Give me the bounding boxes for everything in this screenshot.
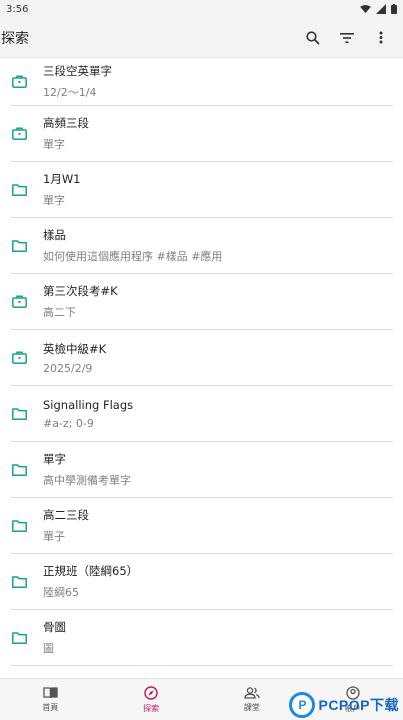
folder-icon (12, 183, 27, 196)
list-item[interactable]: 正規班（陸綱65） 陸綱65 (10, 554, 393, 610)
item-subtitle: 單子 (43, 530, 65, 543)
watermark: P PCPOP下载 (289, 692, 399, 718)
item-subtitle: 圖 (43, 642, 54, 655)
folder-icon (12, 239, 27, 252)
item-title: 1月W1 (43, 172, 81, 186)
search-icon (306, 30, 320, 45)
item-title: 樣品 (43, 228, 66, 242)
watermark-text: PCPOP下载 (318, 697, 399, 713)
watermark-logo-icon: P (289, 692, 316, 718)
item-title: 英檢中級#K (43, 341, 107, 356)
battery-icon (391, 4, 397, 14)
list-item[interactable]: 高二三段 單子 (10, 498, 393, 554)
item-subtitle: 高中學測備考單字 (43, 474, 131, 487)
item-subtitle: 單字 (43, 194, 65, 207)
nav-classroom[interactable]: 課堂 (202, 679, 303, 720)
list-item[interactable]: 三段空英單字 12/2〜1/4 (10, 58, 393, 106)
list-item[interactable]: 骨圖 圖 (10, 610, 393, 666)
app-bar: 探索 (0, 18, 403, 58)
folder-icon (12, 407, 27, 420)
more-vert-icon (379, 31, 383, 44)
briefcase-icon (12, 295, 27, 308)
list-item[interactable]: 高頻三段 單字 (10, 106, 393, 162)
status-icons (360, 4, 397, 14)
book-icon (43, 686, 58, 698)
folder-icon (12, 519, 27, 532)
folder-icon (12, 575, 27, 588)
filter-button[interactable] (335, 26, 359, 50)
item-subtitle: 高二下 (43, 306, 76, 319)
folder-icon (12, 463, 27, 476)
compass-icon (144, 685, 158, 700)
list-item[interactable]: Signalling Flags #a-z; 0-9 (10, 386, 393, 442)
folder-icon (12, 631, 27, 644)
item-subtitle: #a-z; 0-9 (43, 416, 94, 430)
item-title: 第三次段考#K (43, 284, 118, 298)
people-icon (244, 686, 260, 699)
deck-list: 三段空英單字 12/2〜1/4 高頻三段 單字 1月W1 單字 樣品 如何使用這… (0, 58, 403, 678)
item-title: 高二三段 (43, 508, 89, 522)
briefcase-icon (12, 351, 27, 364)
search-button[interactable] (301, 26, 325, 50)
nav-label: 探索 (143, 703, 160, 713)
more-options-button[interactable] (369, 26, 393, 50)
item-title: 正規班（陸綱65） (43, 564, 139, 578)
filter-icon (340, 32, 354, 43)
item-subtitle: 2025/2/9 (43, 361, 93, 375)
item-subtitle: 單字 (43, 138, 65, 151)
list-item[interactable]: 第三次段考#K 高二下 (10, 274, 393, 330)
nav-label: 課堂 (243, 702, 260, 712)
briefcase-icon (12, 127, 27, 140)
list-item[interactable]: 1月W1 單字 (10, 162, 393, 218)
item-title: 三段空英單字 (43, 64, 112, 78)
page-title: 探索 (1, 30, 29, 47)
item-subtitle: 12/2〜1/4 (43, 86, 97, 99)
item-subtitle: 陸綱65 (43, 586, 79, 599)
list-item[interactable]: 樣品 如何使用這個應用程序 #樣品 #應用 (10, 218, 393, 274)
status-time: 3:56 (6, 3, 29, 15)
item-title: 骨圖 (43, 620, 66, 634)
nav-explore[interactable]: 探索 (101, 679, 202, 720)
briefcase-icon (12, 75, 27, 88)
nav-label: 首頁 (42, 702, 59, 712)
item-title: 高頻三段 (43, 116, 89, 130)
item-subtitle: 如何使用這個應用程序 #樣品 #應用 (43, 250, 223, 263)
app-actions (301, 26, 403, 50)
status-bar: 3:56 (0, 0, 403, 18)
list-item[interactable]: 單字 高中學測備考單字 (10, 442, 393, 498)
item-title: Signalling Flags (43, 397, 134, 412)
nav-home[interactable]: 首頁 (0, 679, 101, 720)
wifi-icon (360, 4, 371, 13)
list-item[interactable]: 英檢中級#K 2025/2/9 (10, 330, 393, 386)
item-title: 單字 (43, 452, 66, 466)
signal-icon (376, 4, 386, 14)
